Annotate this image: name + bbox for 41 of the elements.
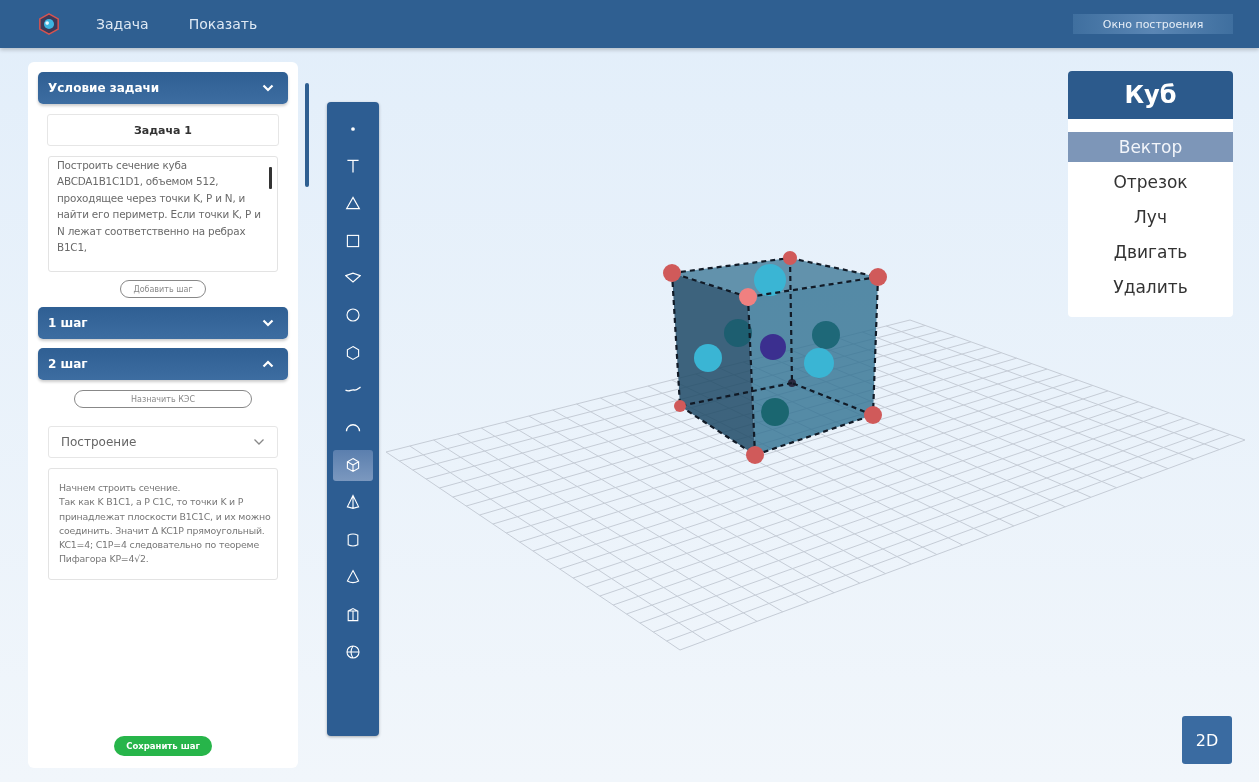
triangle-icon: [345, 195, 361, 212]
view-mode-button[interactable]: 2D: [1182, 716, 1232, 764]
object-title: Куб: [1068, 71, 1233, 119]
pyramid-icon: [345, 494, 361, 511]
square-icon: [345, 232, 361, 249]
point-icon: [351, 126, 355, 131]
text-area[interactable]: Начнем строить сечение. Так как K B1C1, а P C1C, то точки K и P принадлежат плоскости B1C1C, и их можно соединить. Значит Δ KC1P прямоугольный. KC1=4; C1P=4 следовательно по теореме Пифагора KP=4√2.: [48, 468, 278, 580]
menu-item[interactable]: Показать: [188, 16, 258, 32]
menu-item[interactable]: Отрезок: [1068, 167, 1233, 197]
prism-icon: [345, 606, 361, 623]
chevron-down-icon: [262, 319, 274, 327]
task-text: Построить сечение куба ABCDA1B1C1D1, объемом 512, проходящее через точки K, P и N, и найти его периметр. Если точки K, P и N лежат соответственно на ребрах B1C1,: [57, 158, 262, 256]
task-title: Задача 1: [47, 114, 279, 146]
menu-item[interactable]: Двигать: [1068, 237, 1233, 267]
add-step-button[interactable]: Добавить шаг: [120, 280, 206, 298]
section-header[interactable]: 2 шаг: [38, 348, 288, 380]
text-area[interactable]: Построить сечение куба ABCDA1B1C1D1, объемом 512, проходящее через точки K, P и N, и найти его периметр. Если точки K, P и N лежат соответственно на ребрах B1C1,: [48, 156, 278, 272]
chevron-down-icon: [253, 438, 265, 446]
cube-icon: [345, 457, 361, 473]
hexagon-icon: [345, 344, 361, 361]
logo-icon: [38, 13, 60, 35]
assign-button[interactable]: Назначить КЭС: [74, 390, 252, 408]
chevron-up-icon: [262, 360, 274, 368]
arc-icon: [345, 423, 361, 432]
curve-icon: [345, 386, 361, 395]
cube-tool-button[interactable]: [333, 449, 373, 481]
cone-icon: [345, 569, 361, 586]
step-type-select[interactable]: Построение: [48, 426, 278, 458]
menu-item[interactable]: Задача: [96, 16, 149, 32]
circle-icon: [345, 307, 361, 324]
chevron-down-icon: [262, 84, 274, 92]
scrollbar-thumb[interactable]: [305, 83, 309, 187]
section-header[interactable]: 1 шаг: [38, 307, 288, 339]
scrollbar-thumb[interactable]: [269, 167, 272, 189]
cylinder-icon: [345, 531, 361, 548]
task-text: Начнем строить сечение. Так как K B1C1, а P C1C, то точки K и P принадлежат плоскости B1C1C, и их можно соединить. Значит Δ KC1P прямоугольный. KC1=4; C1P=4 следовательно по теореме Пифагора KP=4√2.: [59, 481, 271, 567]
menu-item[interactable]: Луч: [1068, 202, 1233, 232]
build-window-button[interactable]: Окно построения: [1073, 14, 1233, 34]
menu-item[interactable]: Удалить: [1068, 272, 1233, 302]
text-icon: [345, 157, 361, 174]
section-header[interactable]: Условие задачи: [38, 72, 288, 104]
